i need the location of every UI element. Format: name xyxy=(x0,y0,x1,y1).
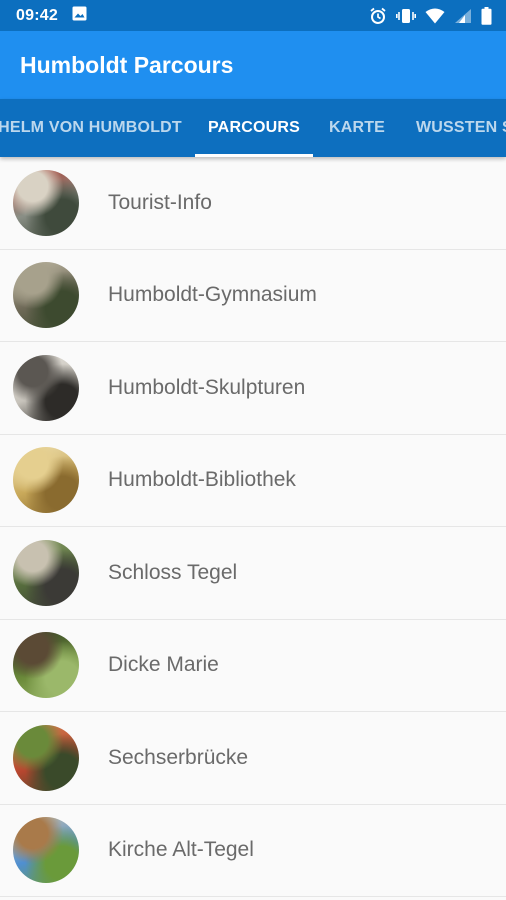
tab-label: HELM VON HUMBOLDT xyxy=(0,119,182,136)
status-bar: 09:42 xyxy=(0,0,506,31)
item-label: Humboldt-Skulpturen xyxy=(108,375,306,399)
list-item[interactable]: Humboldt-Gymnasium xyxy=(0,250,506,342)
tab-indicator xyxy=(195,154,313,157)
list-item[interactable]: Tourist-Info xyxy=(0,157,506,250)
app-title: Humboldt Parcours xyxy=(20,51,234,78)
tab-label: KARTE xyxy=(328,119,386,136)
tab-wussten-sie[interactable]: WUSSTEN S xyxy=(402,99,506,157)
tab-karte[interactable]: KARTE xyxy=(314,99,400,157)
item-label: Kirche Alt-Tegel xyxy=(108,838,254,862)
item-label: Humboldt-Gymnasium xyxy=(108,283,317,307)
item-label: Tourist-Info xyxy=(108,190,212,214)
battery-icon xyxy=(481,6,492,25)
thumbnail-kirche-alt-tegel xyxy=(13,817,79,884)
thumbnail-tourist-info xyxy=(13,169,79,236)
vibrate-icon xyxy=(396,7,416,25)
thumbnail-humboldt-bibliothek xyxy=(13,447,79,514)
alarm-icon xyxy=(369,7,387,25)
tab-label: PARCOURS xyxy=(208,119,300,136)
item-label: Sechserbrücke xyxy=(108,745,249,769)
status-time: 09:42 xyxy=(16,6,58,24)
item-label: Schloss Tegel xyxy=(108,560,238,584)
signal-icon xyxy=(454,8,472,24)
item-label: Dicke Marie xyxy=(108,653,219,677)
list-item[interactable]: Dicke Marie xyxy=(0,620,506,712)
thumbnail-sechserbruecke xyxy=(13,724,79,791)
list-item[interactable]: Humboldt-Bibliothek xyxy=(0,435,506,527)
app-bar: Humboldt Parcours xyxy=(0,31,506,99)
thumbnail-schloss-tegel xyxy=(13,539,79,606)
list-item[interactable]: Schloss Tegel xyxy=(0,527,506,620)
list-item[interactable]: Humboldt-Skulpturen xyxy=(0,342,506,435)
list-item[interactable]: Kirche Alt-Tegel xyxy=(0,805,506,897)
tab-label: WUSSTEN S xyxy=(416,119,506,136)
tab-parcours[interactable]: PARCOURS xyxy=(195,99,313,157)
image-icon xyxy=(72,6,87,26)
tab-humboldt[interactable]: HELM VON HUMBOLDT xyxy=(0,99,188,157)
thumbnail-humboldt-skulpturen xyxy=(13,354,79,421)
parcours-list: Tourist-Info Humboldt-Gymnasium Humboldt… xyxy=(0,157,506,897)
list-item[interactable]: Sechserbrücke xyxy=(0,712,506,805)
thumbnail-humboldt-gymnasium xyxy=(13,262,79,329)
tab-bar: HELM VON HUMBOLDT PARCOURS KARTE WUSSTEN… xyxy=(0,99,506,157)
wifi-icon xyxy=(425,8,445,24)
item-label: Humboldt-Bibliothek xyxy=(108,468,296,492)
thumbnail-dicke-marie xyxy=(13,632,79,699)
